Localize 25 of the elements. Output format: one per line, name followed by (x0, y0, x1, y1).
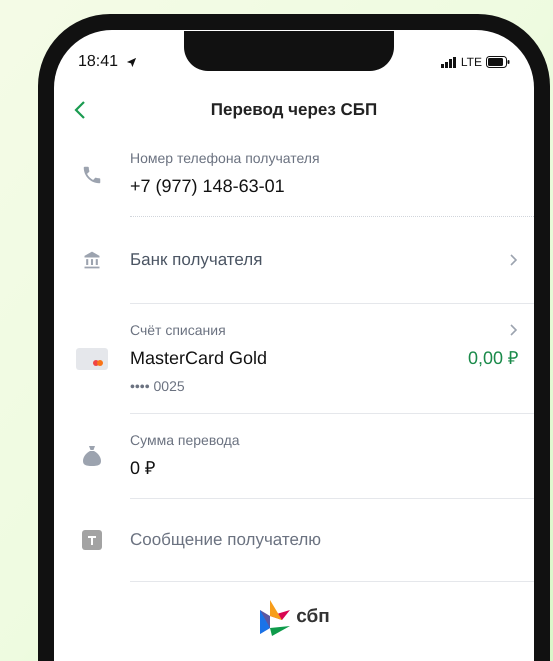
battery-icon (486, 56, 510, 68)
network-type: LTE (460, 54, 482, 71)
chevron-right-icon (509, 323, 518, 337)
bank-icon (82, 250, 102, 270)
field-label: Счёт списания (130, 320, 226, 340)
field-label: Номер телефона получателя (130, 149, 321, 168)
signal-icon (440, 56, 457, 68)
field-value: +7 (977) 148-63-01 (130, 175, 286, 198)
back-icon (74, 100, 86, 120)
location-arrow-icon (126, 56, 138, 68)
chevron-right-icon (509, 252, 518, 267)
card-balance: 0,00 ₽ (468, 346, 518, 370)
money-bag-icon (82, 445, 102, 467)
bank-select-label[interactable]: Банк получателя (130, 247, 262, 272)
card-icon (76, 348, 108, 370)
card-number: •••• 0025 (130, 376, 186, 396)
field-value: 0 ₽ (130, 456, 156, 480)
status-time: 18:41 (78, 52, 118, 72)
sbp-logo-text: сбп (296, 605, 330, 630)
text-icon (82, 530, 102, 550)
message-placeholder[interactable]: Сообщение получателю (130, 530, 322, 548)
field-label: Сумма перевода (130, 430, 241, 450)
screen-title: Перевод через СБП (210, 99, 378, 122)
sbp-logo-icon (258, 598, 292, 638)
card-name: MasterCard Gold (130, 346, 268, 370)
